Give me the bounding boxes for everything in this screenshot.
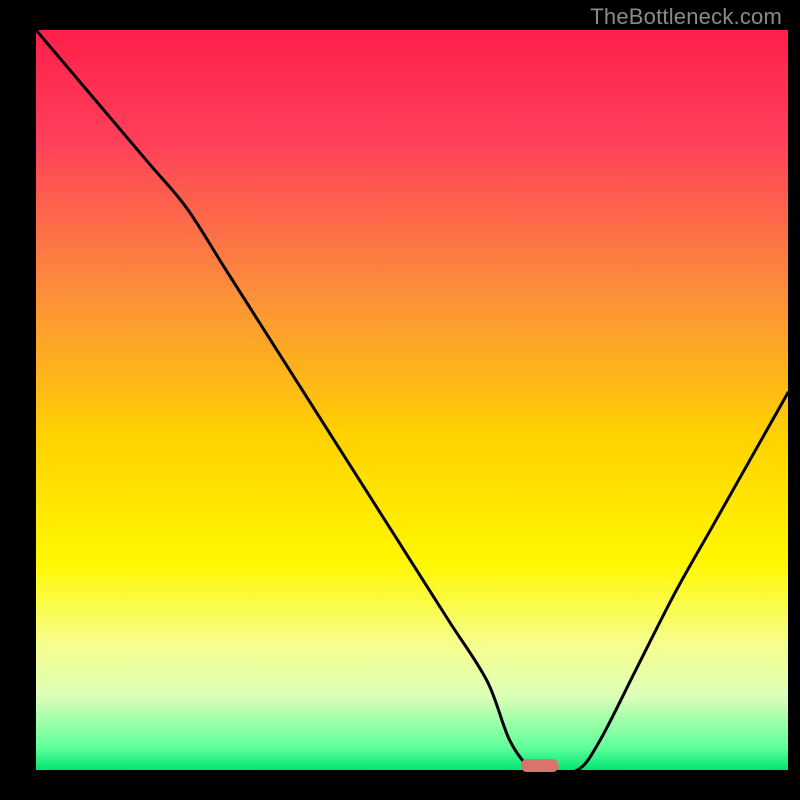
watermark-label: TheBottleneck.com (590, 4, 782, 30)
chart-container: TheBottleneck.com (0, 0, 800, 800)
plot-background (36, 30, 788, 770)
optimum-marker (521, 759, 559, 772)
bottleneck-chart (0, 0, 800, 800)
